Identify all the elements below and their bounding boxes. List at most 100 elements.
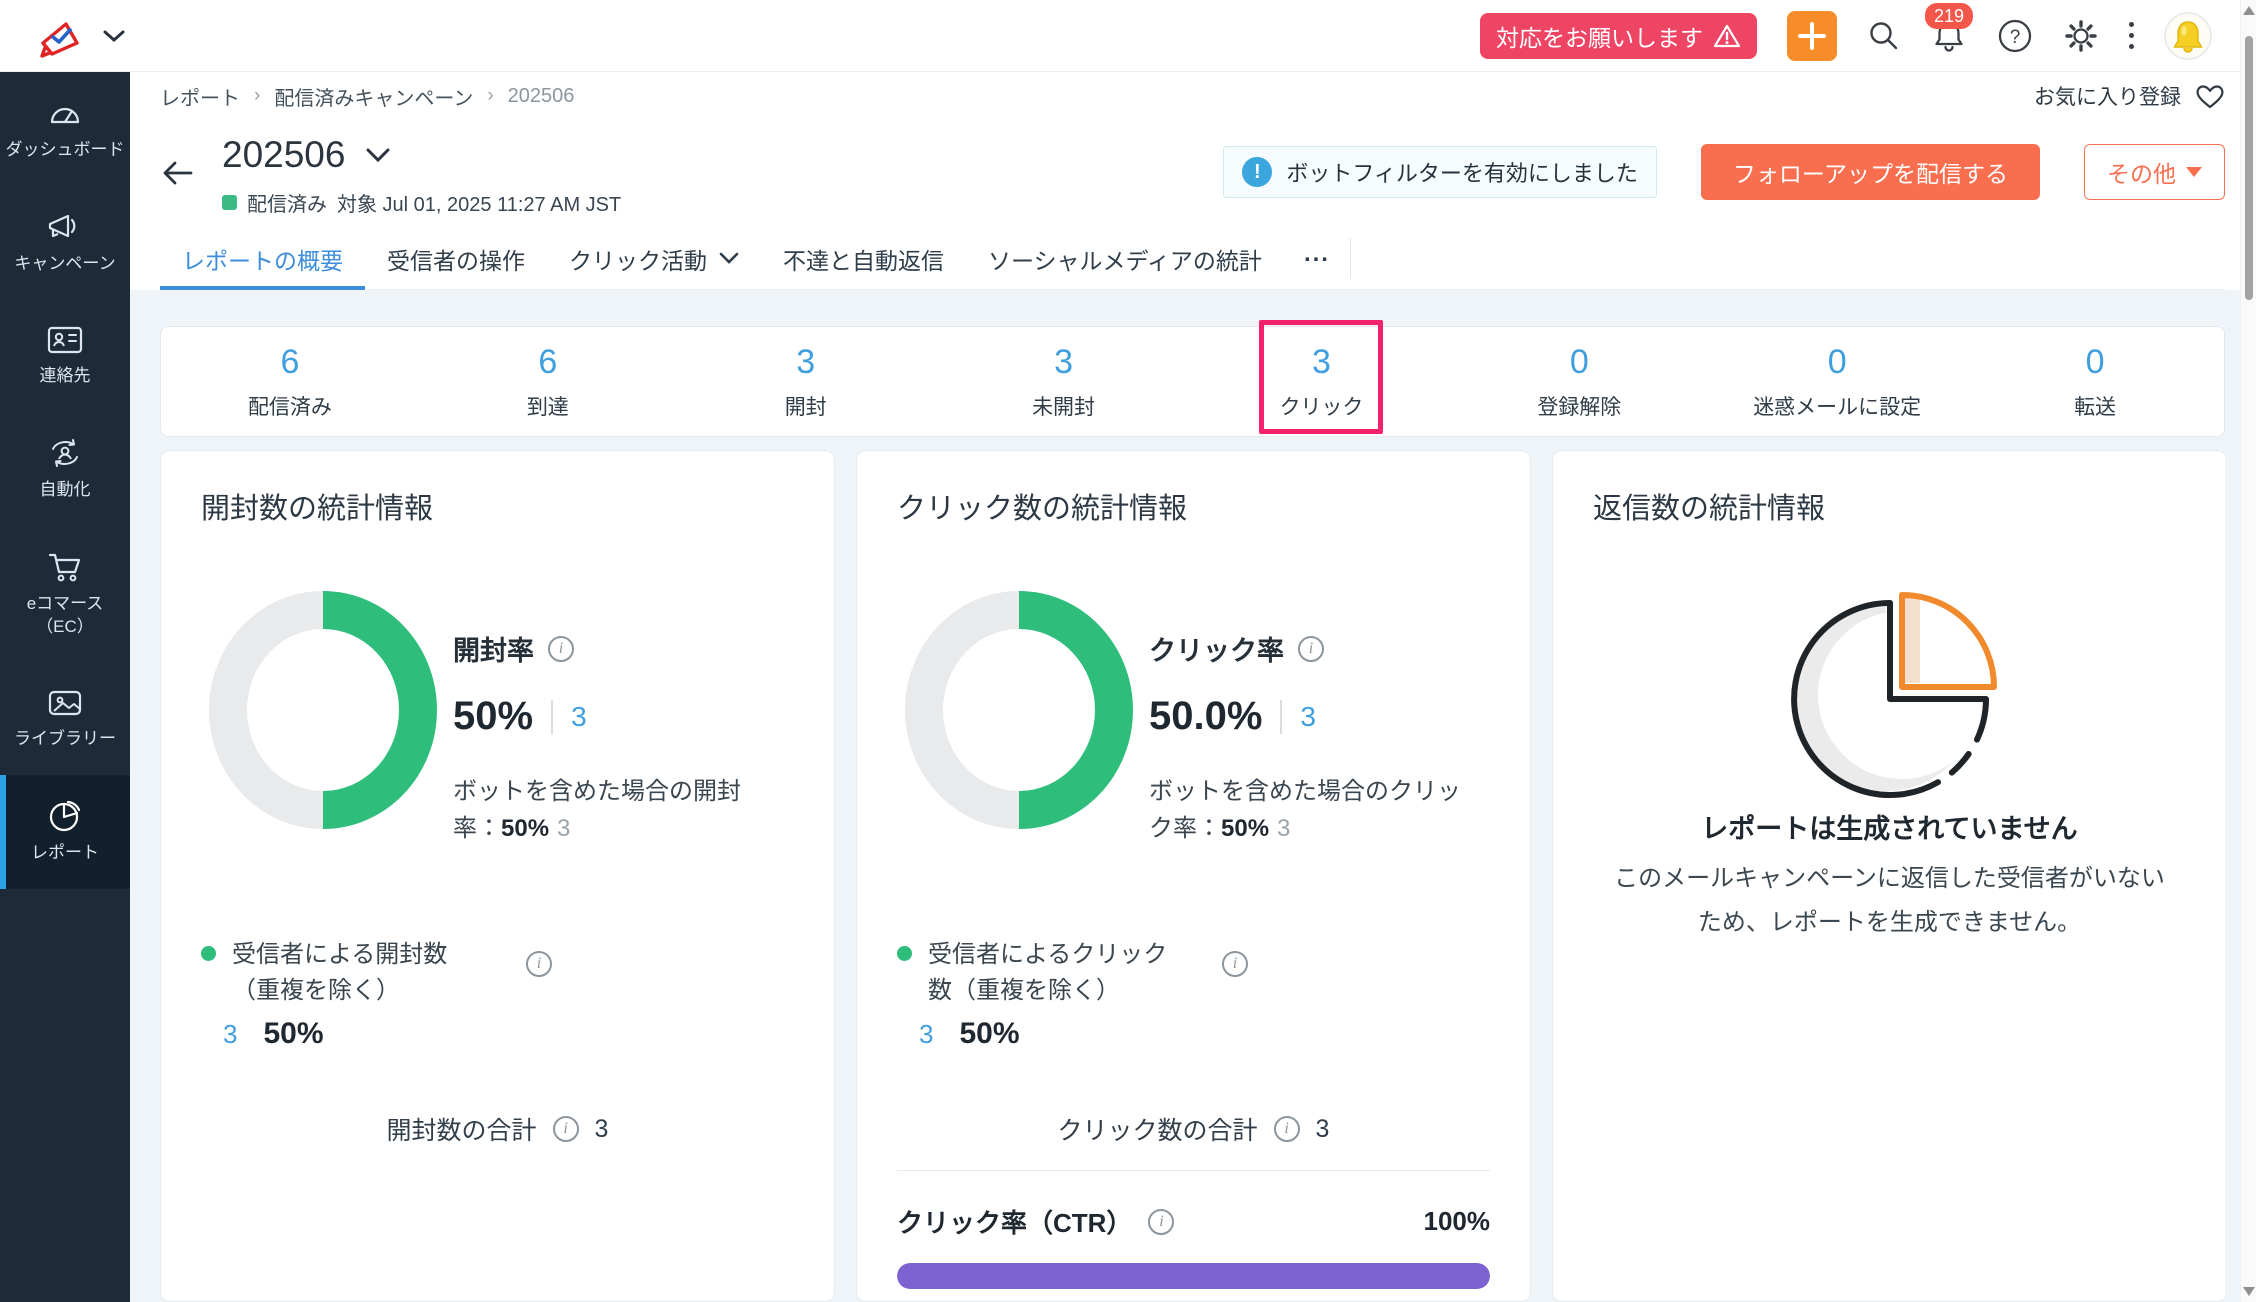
info-icon[interactable] (1222, 951, 1248, 977)
opens-donut-chart (209, 591, 437, 829)
breadcrumb-current: 202506 (508, 85, 575, 108)
attention-button-label: 対応をお願いします (1496, 19, 1703, 53)
stat-clicks[interactable]: 3 クリック (1193, 327, 1451, 436)
tab-click-activity[interactable]: クリック活動 (547, 228, 761, 289)
stats-summary-bar: 6 配信済み 6 到達 3 開封 3 未開封 3 クリ (160, 326, 2225, 437)
title-row: 202506 配信済み 対象 Jul 01, 2025 11:27 AM JST (160, 120, 2225, 228)
sidebar-item-automation[interactable]: 自動化 (0, 412, 130, 526)
search-button[interactable] (1867, 19, 1901, 53)
stat-value: 0 (1828, 343, 1847, 382)
clicks-legend-values: 3 50% (919, 1017, 1020, 1051)
scroll-up-arrow-icon[interactable] (2243, 6, 2255, 15)
info-icon[interactable] (1298, 636, 1324, 662)
empty-report-title: レポートは生成されていません (1553, 807, 2225, 846)
legend-count[interactable]: 3 (223, 1019, 237, 1050)
stat-value: 0 (2086, 343, 2105, 382)
bot-click-rate-note: ボットを含めた場合のクリック率：50%3 (1149, 773, 1479, 847)
info-circle-icon (1242, 157, 1272, 187)
scrollbar-thumb[interactable] (2245, 36, 2253, 300)
opens-legend: 受信者による開封数（重複を除く） (201, 937, 631, 1009)
brand[interactable] (28, 11, 126, 61)
title-chevron-down-icon[interactable] (365, 147, 391, 163)
stat-forwarded[interactable]: 0 転送 (1966, 327, 2224, 436)
vertical-scrollbar[interactable] (2240, 0, 2256, 1302)
sidebar-item-library[interactable]: ライブラリー (0, 663, 130, 775)
svg-text:?: ? (2010, 27, 2021, 48)
settings-button[interactable] (2063, 18, 2099, 54)
tab-social-media-stats[interactable]: ソーシャルメディアの統計 (966, 228, 1284, 289)
tab-recipient-actions[interactable]: 受信者の操作 (365, 228, 547, 289)
help-button[interactable]: ? (1997, 18, 2033, 54)
bot-filter-banner: ボットフィルターを有効にしました (1223, 146, 1657, 198)
sidebar-item-contacts[interactable]: 連絡先 (0, 300, 130, 412)
card-title: 開封数の統計情報 (201, 485, 433, 527)
kebab-menu-button[interactable] (2129, 22, 2134, 49)
info-icon[interactable] (548, 636, 574, 662)
attention-required-button[interactable]: 対応をお願いします (1480, 13, 1757, 59)
bot-open-rate-note: ボットを含めた場合の開封率：50%3 (453, 773, 783, 847)
breadcrumb-reports[interactable]: レポート (160, 82, 240, 111)
heart-icon (2195, 83, 2225, 110)
status-label: 配信済み (247, 188, 327, 217)
main-area: レポート › 配信済みキャンペーン › 202506 お気に入り登録 (130, 72, 2256, 1302)
plus-icon (1797, 21, 1827, 51)
empty-report-body: このメールキャンペーンに返信した受信者がいないため、レポートを生成できません。 (1613, 857, 2166, 946)
sidebar-item-ecommerce[interactable]: eコマース（EC） (0, 526, 130, 663)
info-icon[interactable] (1274, 1116, 1300, 1142)
ctr-value: 100% (1424, 1206, 1491, 1237)
ctr-divider (897, 1170, 1490, 1171)
breadcrumb-sent-campaigns[interactable]: 配信済みキャンペーン (274, 82, 473, 111)
stat-reached[interactable]: 6 到達 (419, 327, 677, 436)
clicks-donut-chart (905, 591, 1133, 829)
click-rate-label: クリック率 (1149, 629, 1284, 668)
send-followup-button[interactable]: フォローアップを配信する (1701, 144, 2040, 200)
open-rate-count[interactable]: 3 (571, 701, 587, 733)
legend-dot (897, 946, 912, 961)
gear-icon (2063, 18, 2099, 54)
stat-label: 未開封 (1032, 391, 1095, 421)
avatar[interactable] (2164, 12, 2212, 60)
help-icon: ? (1997, 18, 2033, 54)
info-icon[interactable] (1148, 1209, 1174, 1235)
report-tabs: レポートの概要 受信者の操作 クリック活動 不達と自動返信 ソーシャルメディアの… (160, 228, 2225, 290)
info-icon[interactable] (526, 951, 552, 977)
legend-percent: 50% (959, 1017, 1019, 1051)
stat-opened[interactable]: 3 開封 (677, 327, 935, 436)
stat-marked-spam[interactable]: 0 迷惑メールに設定 (1708, 327, 1966, 436)
tab-report-overview[interactable]: レポートの概要 (160, 228, 365, 289)
tab-more[interactable]: ... (1284, 228, 1350, 289)
scroll-down-arrow-icon[interactable] (2243, 1287, 2255, 1296)
click-rate-count[interactable]: 3 (1300, 701, 1316, 733)
open-rate-block: 開封率 50% 3 ボットを含めた場合の開封率：50%3 (453, 629, 793, 847)
kebab-icon (2129, 22, 2134, 49)
favorite-toggle[interactable]: お気に入り登録 (2034, 81, 2225, 111)
stat-unsubscribed[interactable]: 0 登録解除 (1450, 327, 1708, 436)
breadcrumb-separator-icon: › (487, 85, 493, 107)
ctr-label: クリック率（CTR） (897, 1203, 1132, 1240)
stat-value: 0 (1570, 343, 1589, 382)
stat-label: 転送 (2074, 391, 2116, 421)
search-icon (1867, 19, 1901, 53)
stat-unopened[interactable]: 3 未開封 (935, 327, 1193, 436)
sidebar-item-label: ライブラリー (14, 728, 116, 751)
sidebar-item-reports[interactable]: レポート (0, 775, 130, 889)
sidebar-item-dashboard[interactable]: ダッシュボード (0, 72, 130, 186)
info-icon[interactable] (553, 1116, 579, 1142)
more-actions-button[interactable]: その他 (2084, 144, 2225, 200)
tab-bounces-autoreplies[interactable]: 不達と自動返信 (761, 228, 966, 289)
back-arrow-icon (160, 158, 194, 188)
legend-count[interactable]: 3 (919, 1019, 933, 1050)
sidebar-item-label: 連絡先 (40, 365, 91, 388)
ctr-progress-fill (897, 1263, 1490, 1289)
notification-badge: 219 (1925, 3, 1973, 29)
replies-stats-card: 返信数の統計情報 レポートは生成されていません このメ (1552, 450, 2225, 1302)
title-block: 202506 配信済み 対象 Jul 01, 2025 11:27 AM JST (222, 134, 621, 217)
notifications-button[interactable]: 219 (1931, 17, 1967, 55)
more-actions-label: その他 (2107, 155, 2176, 189)
campaign-status: 配信済み 対象 Jul 01, 2025 11:27 AM JST (222, 188, 621, 217)
back-button[interactable] (160, 158, 194, 188)
create-new-button[interactable] (1787, 11, 1837, 61)
stat-delivered[interactable]: 6 配信済み (161, 327, 419, 436)
stat-value: 3 (796, 343, 815, 382)
sidebar-item-campaigns[interactable]: キャンペーン (0, 186, 130, 300)
